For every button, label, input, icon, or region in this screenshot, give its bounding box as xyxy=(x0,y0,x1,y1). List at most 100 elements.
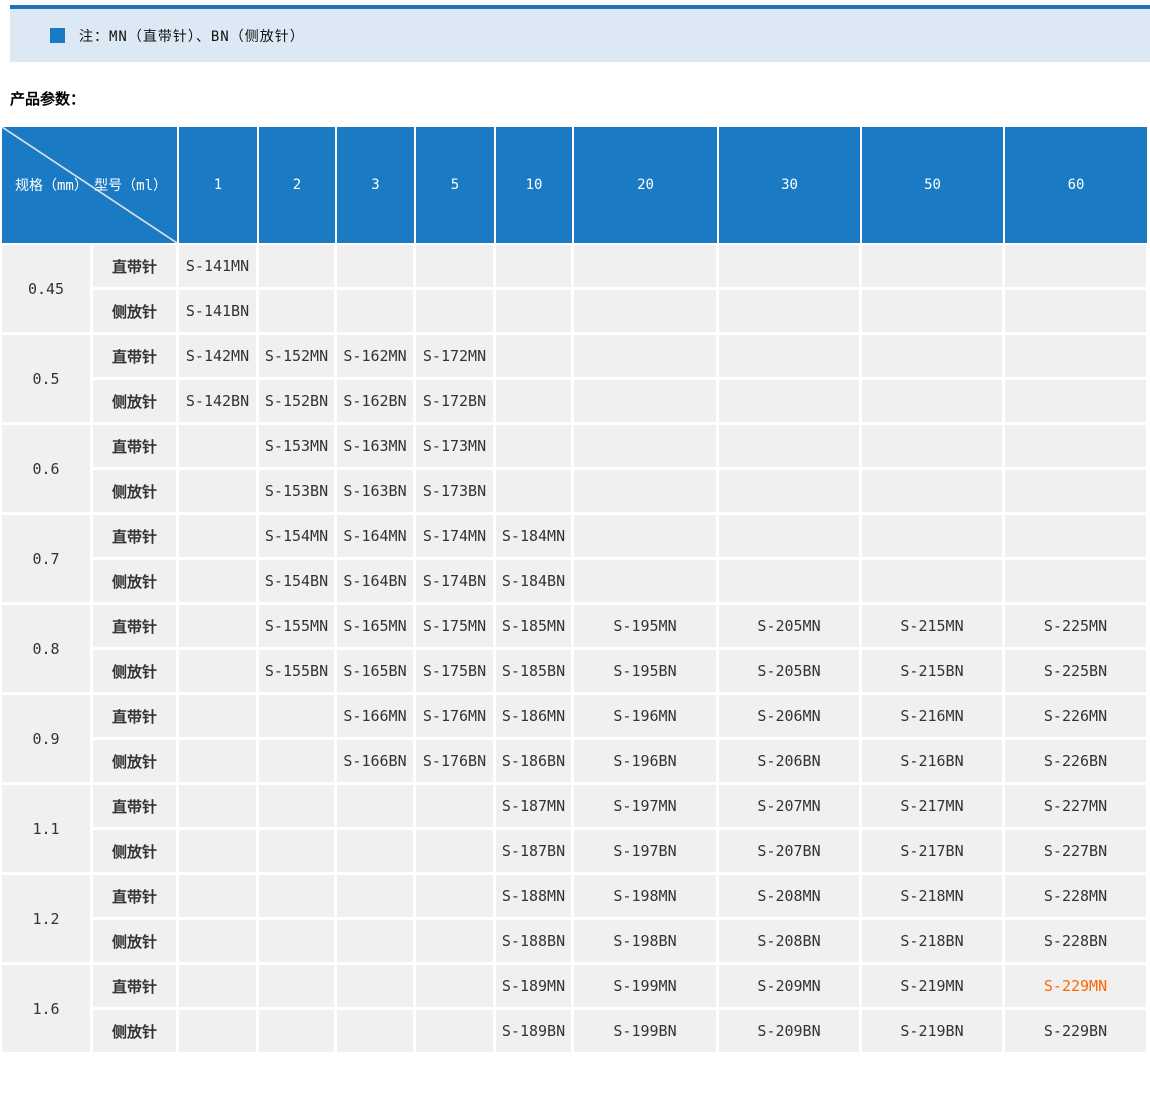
empty-cell xyxy=(337,290,416,335)
table-header-row: 规格（mm） 型号（ml） 1 2 3 5 10 20 30 50 60 xyxy=(2,127,1149,245)
spec-cell-0.45: 0.45 xyxy=(2,245,93,335)
column-header-1ml: 1 xyxy=(179,127,259,245)
spec-cell-0.5: 0.5 xyxy=(2,335,93,425)
empty-cell xyxy=(179,875,259,920)
table-row-0.9-bn: 侧放针 S-166BN S-176BN S-186BN S-196BN S-206BN S-… xyxy=(2,740,1149,785)
empty-cell xyxy=(179,650,259,695)
empty-cell xyxy=(337,875,416,920)
model-cell-S-218MN: S-218MN xyxy=(862,875,1005,920)
empty-cell xyxy=(719,515,862,560)
empty-cell xyxy=(337,920,416,965)
type-cell-1.1-bn: 侧放针 xyxy=(93,830,179,875)
table-row-0.7-bn: 侧放针 S-154BN S-164BN S-174BN S-184BN xyxy=(2,560,1149,605)
model-cell-S-226MN: S-226MN xyxy=(1005,695,1149,740)
column-header-2ml: 2 xyxy=(259,127,337,245)
model-cell-S-218BN: S-218BN xyxy=(862,920,1005,965)
empty-cell xyxy=(259,245,337,290)
empty-cell xyxy=(574,245,719,290)
table-row-0.45-bn: 侧放针 S-141BN xyxy=(2,290,1149,335)
empty-cell xyxy=(416,830,496,875)
empty-cell xyxy=(719,380,862,425)
model-cell-S-163MN: S-163MN xyxy=(337,425,416,470)
empty-cell xyxy=(719,560,862,605)
model-cell-S-227MN: S-227MN xyxy=(1005,785,1149,830)
model-cell-S-228MN: S-228MN xyxy=(1005,875,1149,920)
empty-cell xyxy=(179,515,259,560)
empty-cell xyxy=(719,425,862,470)
table-row-1.2-bn: 侧放针 S-188BN S-198BN S-208BN S-218BN S-228BN xyxy=(2,920,1149,965)
empty-cell xyxy=(1005,560,1149,605)
model-cell-S-196BN: S-196BN xyxy=(574,740,719,785)
table-row-1.2-mn: 1.2 直带针 S-188MN S-198MN S-208MN S-218MN S-228M… xyxy=(2,875,1149,965)
empty-cell xyxy=(719,290,862,335)
column-header-20ml: 20 xyxy=(574,127,719,245)
empty-cell xyxy=(259,875,337,920)
empty-cell xyxy=(719,335,862,380)
empty-cell xyxy=(416,1010,496,1055)
empty-cell xyxy=(1005,335,1149,380)
model-cell-S-172BN: S-172BN xyxy=(416,380,496,425)
model-cell-S-141BN: S-141BN xyxy=(179,290,259,335)
type-cell-0.9-bn: 侧放针 xyxy=(93,740,179,785)
model-cell-S-142BN: S-142BN xyxy=(179,380,259,425)
model-cell-S-174BN: S-174BN xyxy=(416,560,496,605)
empty-cell xyxy=(862,335,1005,380)
empty-cell xyxy=(179,560,259,605)
model-cell-S-153MN: S-153MN xyxy=(259,425,337,470)
table-row-1.6-mn: 1.6 直带针 S-189MN S-199MN S-209MN S-219MN S-229M… xyxy=(2,965,1149,1055)
empty-cell xyxy=(337,1010,416,1055)
empty-cell xyxy=(574,470,719,515)
model-link-highlighted-S-229MN[interactable]: S-229MN xyxy=(1005,965,1149,1010)
spec-cell-1.2: 1.2 xyxy=(2,875,93,965)
model-cell-S-207BN: S-207BN xyxy=(719,830,862,875)
model-cell-S-208BN: S-208BN xyxy=(719,920,862,965)
empty-cell xyxy=(179,425,259,470)
empty-cell xyxy=(259,785,337,830)
empty-cell xyxy=(1005,470,1149,515)
product-parameters-table: 规格（mm） 型号（ml） 1 2 3 5 10 20 30 50 60 0.45 直带针 S-14… xyxy=(2,127,1149,1055)
model-cell-S-189BN: S-189BN xyxy=(496,1010,574,1055)
empty-cell xyxy=(259,290,337,335)
model-cell-S-186BN: S-186BN xyxy=(496,740,574,785)
model-cell-S-205MN: S-205MN xyxy=(719,605,862,650)
table-row-0.45-mn: 0.45 直带针 S-141MN xyxy=(2,245,1149,335)
model-cell-S-165BN: S-165BN xyxy=(337,650,416,695)
empty-cell xyxy=(179,920,259,965)
table-row-0.8-mn: 0.8 直带针 S-155MN S-165MN S-175MN S-185MN S-195M… xyxy=(2,605,1149,695)
model-cell-S-208MN: S-208MN xyxy=(719,875,862,920)
model-cell-S-174MN: S-174MN xyxy=(416,515,496,560)
corner-model-label: 型号（ml） xyxy=(94,178,167,194)
empty-cell xyxy=(259,695,337,740)
empty-cell xyxy=(862,515,1005,560)
model-cell-S-164MN: S-164MN xyxy=(337,515,416,560)
model-cell-S-206MN: S-206MN xyxy=(719,695,862,740)
type-cell-1.6-bn: 侧放针 xyxy=(93,1010,179,1055)
type-cell-0.45-bn: 侧放针 xyxy=(93,290,179,335)
model-cell-S-229BN: S-229BN xyxy=(1005,1010,1149,1055)
type-cell-0.9-mn: 直带针 xyxy=(93,695,179,740)
empty-cell xyxy=(259,920,337,965)
model-cell-S-173MN: S-173MN xyxy=(416,425,496,470)
corner-header-cell: 规格（mm） 型号（ml） xyxy=(2,127,179,245)
empty-cell xyxy=(179,695,259,740)
type-cell-0.5-mn: 直带针 xyxy=(93,335,179,380)
empty-cell xyxy=(337,785,416,830)
empty-cell xyxy=(1005,515,1149,560)
empty-cell xyxy=(574,515,719,560)
empty-cell xyxy=(259,830,337,875)
model-cell-S-162MN: S-162MN xyxy=(337,335,416,380)
model-cell-S-165MN: S-165MN xyxy=(337,605,416,650)
type-cell-0.8-bn: 侧放针 xyxy=(93,650,179,695)
column-header-5ml: 5 xyxy=(416,127,496,245)
model-cell-S-206BN: S-206BN xyxy=(719,740,862,785)
empty-cell xyxy=(862,380,1005,425)
model-cell-S-217MN: S-217MN xyxy=(862,785,1005,830)
empty-cell xyxy=(416,245,496,290)
model-cell-S-184BN: S-184BN xyxy=(496,560,574,605)
table-row-0.6-bn: 侧放针 S-153BN S-163BN S-173BN xyxy=(2,470,1149,515)
model-cell-S-162BN: S-162BN xyxy=(337,380,416,425)
model-cell-S-163BN: S-163BN xyxy=(337,470,416,515)
model-cell-S-154MN: S-154MN xyxy=(259,515,337,560)
model-cell-S-219BN: S-219BN xyxy=(862,1010,1005,1055)
model-cell-S-185BN: S-185BN xyxy=(496,650,574,695)
